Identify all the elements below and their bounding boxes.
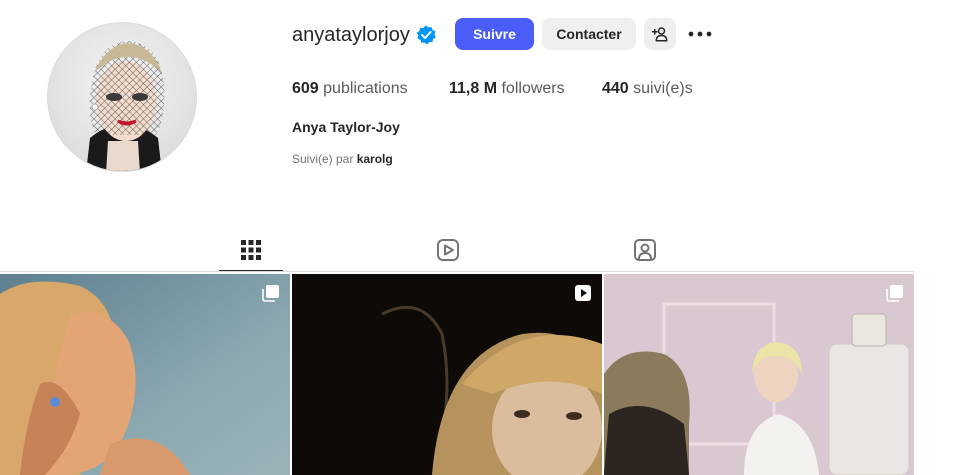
post-tile-1[interactable] (0, 274, 290, 475)
following-count: 440 (602, 80, 629, 97)
post-image-3 (604, 274, 914, 475)
grid-icon[interactable] (237, 236, 265, 264)
posts-stat: 609 publications (292, 80, 408, 98)
post-image-2 (292, 274, 602, 475)
reels-icon[interactable] (434, 236, 462, 264)
post-tile-3[interactable] (604, 274, 914, 475)
profile-avatar[interactable] (47, 22, 197, 172)
posts-label: publications (323, 80, 408, 97)
posts-count: 609 (292, 80, 319, 97)
followed-by[interactable]: Suivi(e) par karolg (292, 152, 393, 166)
suggested-users-button[interactable] (644, 18, 676, 50)
tagged-icon[interactable] (631, 236, 659, 264)
followed-by-prefix: Suivi(e) par (292, 152, 354, 166)
follow-button[interactable]: Suivre (455, 18, 534, 50)
followers-label: followers (501, 80, 565, 97)
profile-username: anyataylorjoy (292, 24, 410, 46)
followed-by-user[interactable]: karolg (357, 152, 393, 166)
person-add-icon (651, 27, 668, 42)
verified-badge-icon (416, 25, 436, 45)
following-label: suivi(e)s (633, 80, 693, 97)
more-horizontal-icon[interactable] (686, 23, 714, 45)
followers-stat[interactable]: 11,8 M followers (449, 80, 565, 98)
profile-full-name: Anya Taylor-Joy (292, 119, 400, 135)
followers-count: 11,8 M (449, 80, 498, 97)
carousel-icon (886, 285, 903, 302)
contact-button[interactable]: Contacter (542, 18, 636, 50)
carousel-icon (262, 285, 279, 302)
reel-icon (575, 285, 591, 301)
following-stat[interactable]: 440 suivi(e)s (602, 80, 693, 98)
tabs-divider (0, 271, 914, 272)
post-image-1 (0, 274, 290, 475)
post-tile-2[interactable] (292, 274, 602, 475)
